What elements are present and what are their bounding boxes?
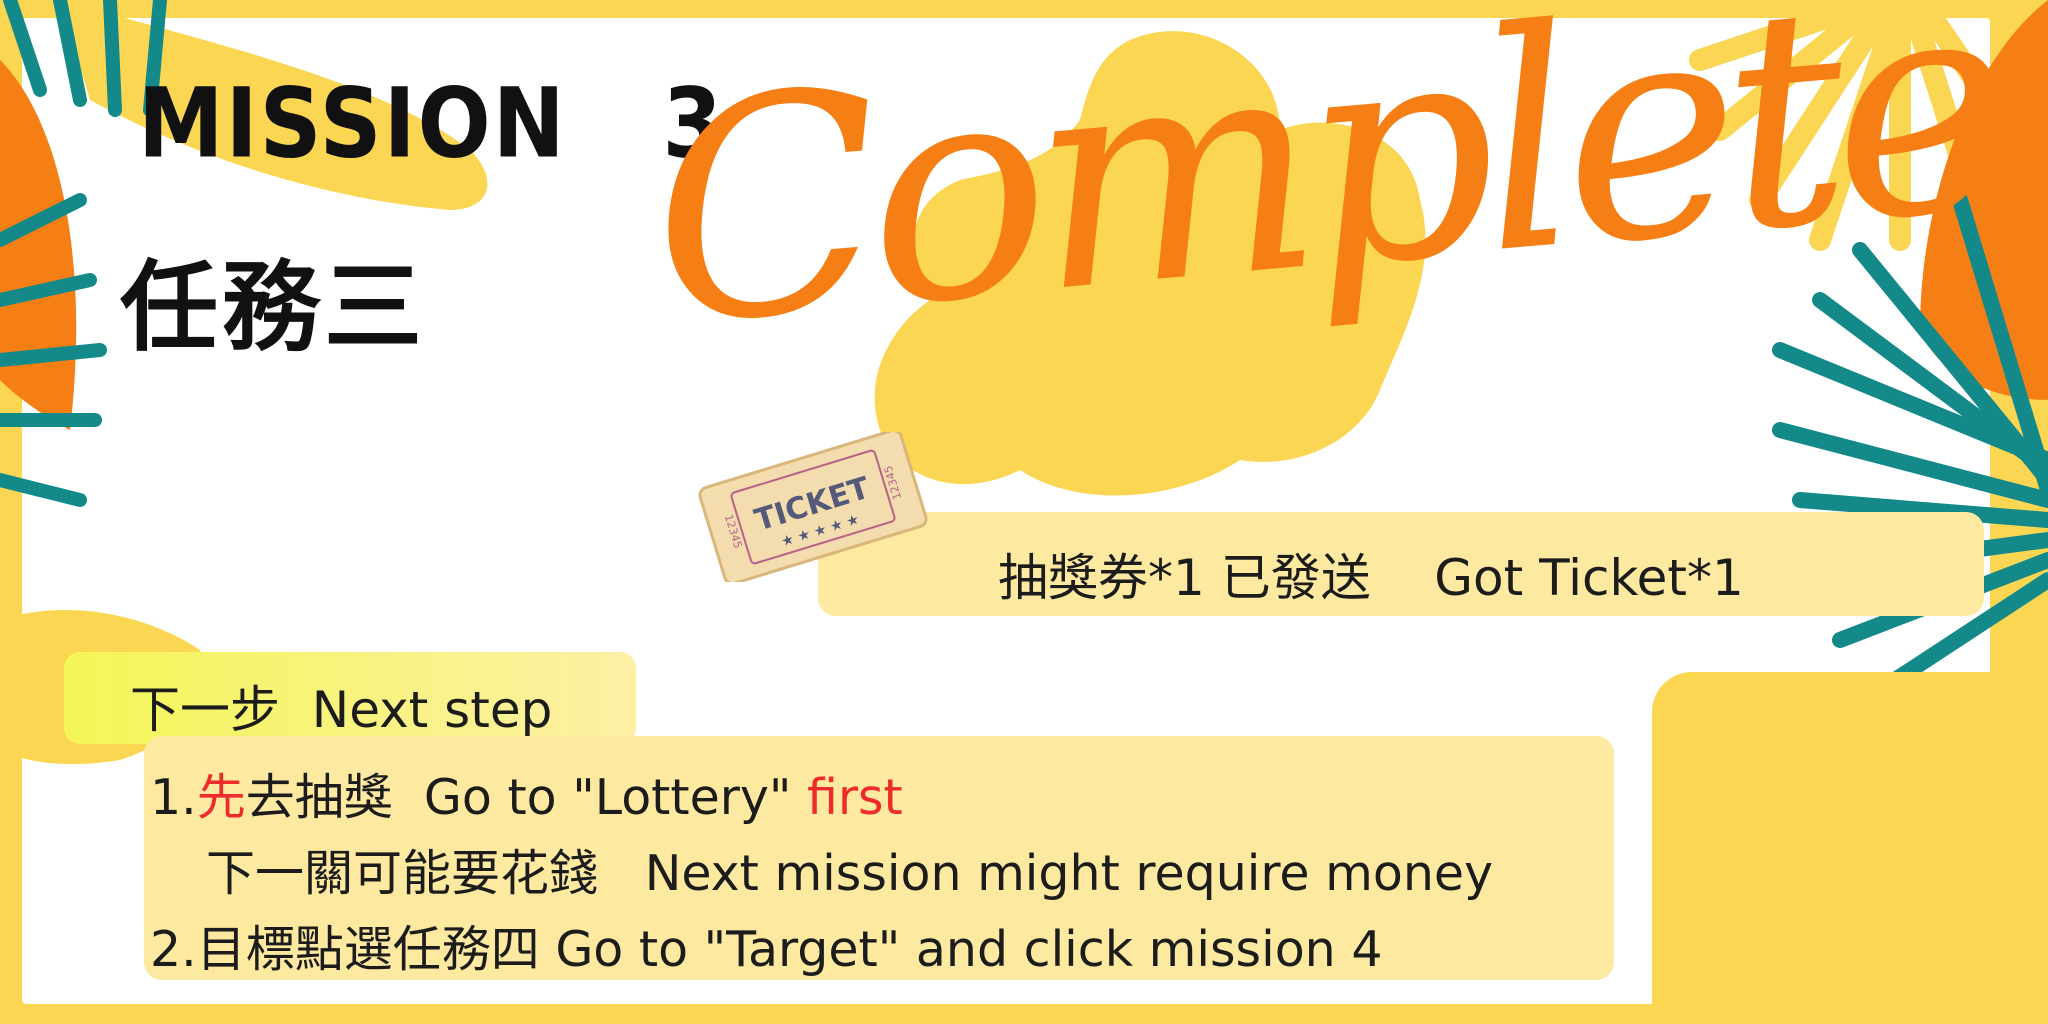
next-step-label: 下一步 Next step	[130, 681, 553, 739]
ticket-banner: 抽獎券*1 已發送 Got Ticket*1	[818, 512, 1984, 616]
steps-box: 1.先去抽獎 Go to "Lottery" first 下一關可能要花錢 Ne…	[144, 736, 1614, 980]
step-line-3: 2.目標點選任務四 Go to "Target" and click missi…	[150, 921, 1383, 978]
step-1-prefix: 1.	[150, 769, 197, 826]
step-1-text: 去抽獎 Go to "Lottery"	[245, 769, 808, 826]
step-line-1: 1.先去抽獎 Go to "Lottery" first	[150, 758, 903, 829]
mission-title-chinese: 任務三	[120, 251, 427, 365]
ticket-icon: TICKET ★ ★ ★ ★ ★ 12345 12345	[698, 432, 928, 582]
step-1-highlight-cn: 先	[196, 769, 246, 826]
poster: MISSION 3 任務三 Complete 抽獎券*1 已發送 Got Tic…	[0, 0, 2048, 1024]
mission-title: MISSION 3	[138, 68, 725, 180]
step-1-highlight-en: first	[807, 769, 903, 826]
next-step-box: 下一步 Next step	[64, 652, 636, 744]
orange-leaf-left	[0, 60, 77, 430]
yellow-block-bottom-right	[1652, 672, 2048, 1024]
step-line-2: 下一關可能要花錢 Next mission might require mone…	[206, 845, 1494, 902]
ticket-banner-text: 抽獎券*1 已發送 Got Ticket*1	[998, 549, 1744, 607]
